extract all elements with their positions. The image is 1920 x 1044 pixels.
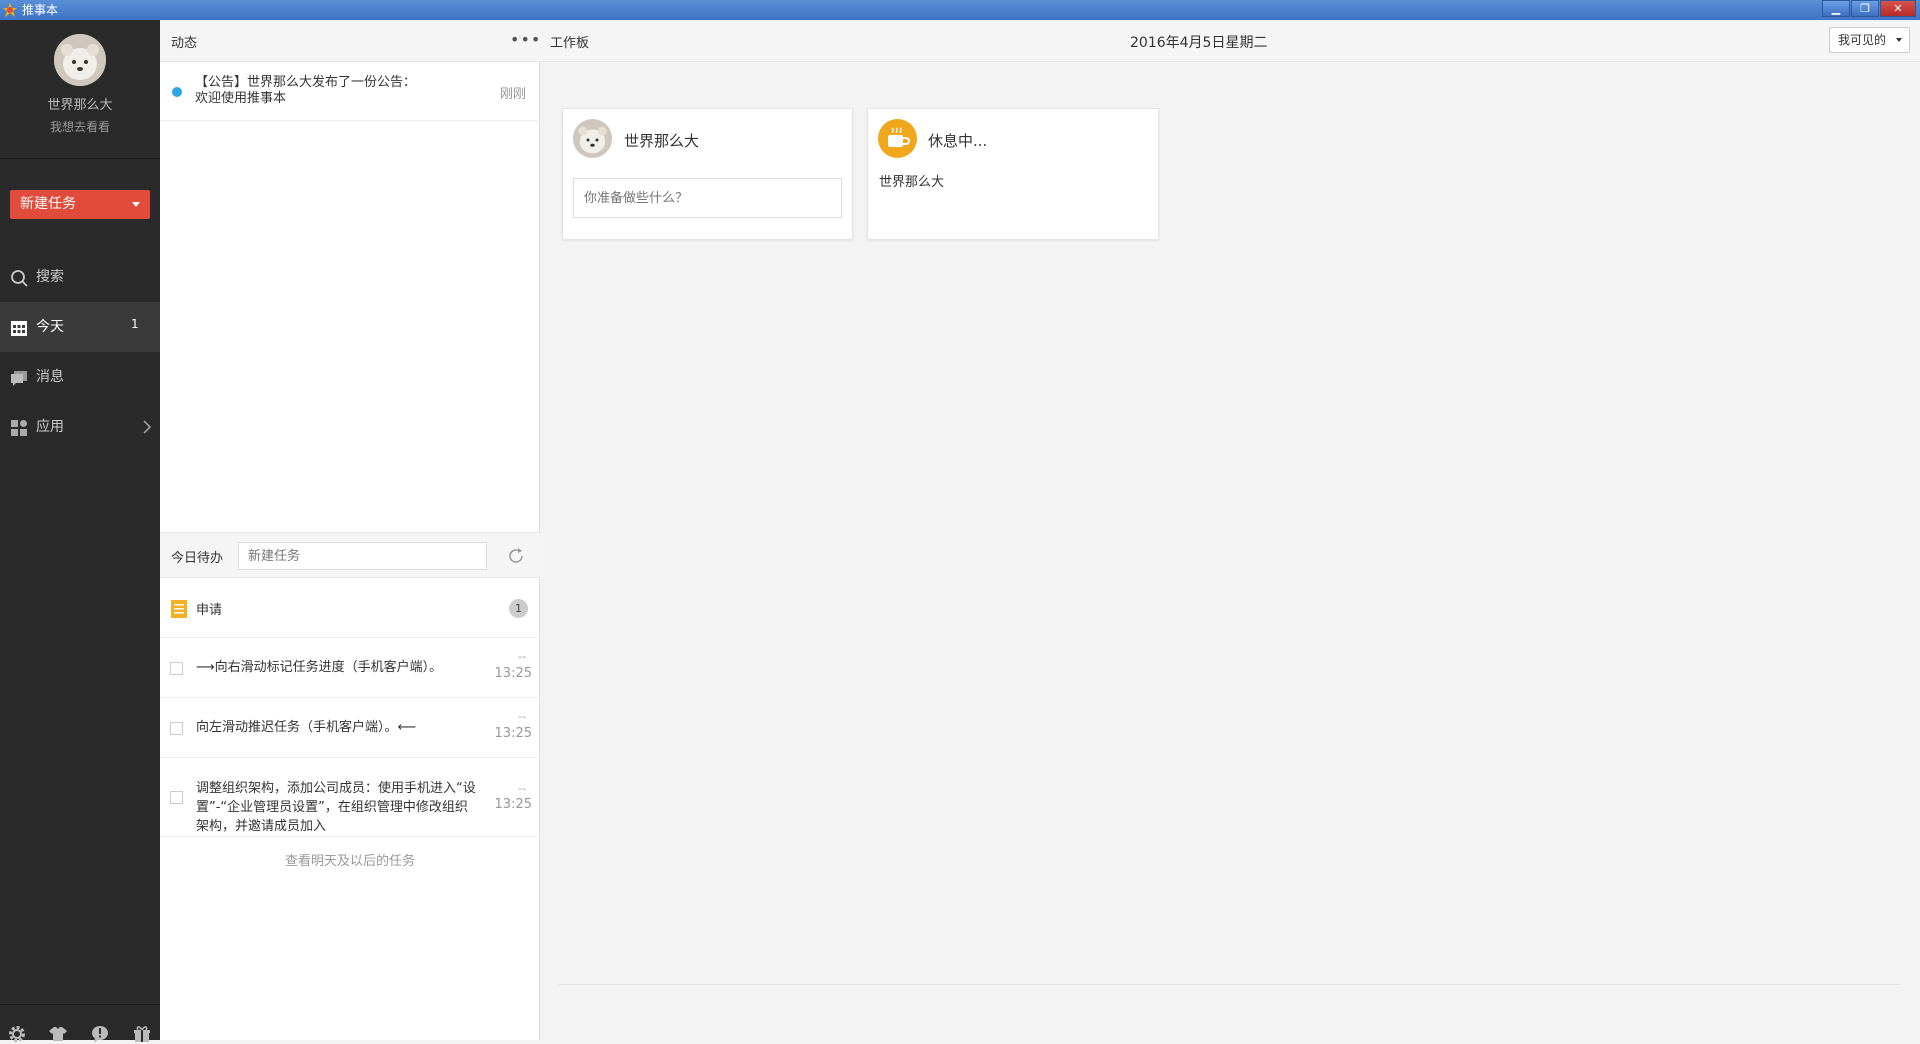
task-row[interactable]: 调整组织架构，添加公司成员：使用手机进入“设置”-“企业管理员设置”，在组织管理… [160, 758, 540, 837]
app-logo-icon [3, 3, 17, 17]
task-text: 向左滑动推迟任务（手机客户端）。⟵ [196, 720, 417, 735]
status-card: 世界那么大 [562, 108, 853, 240]
feedback-icon[interactable] [90, 1024, 110, 1044]
status-input[interactable] [573, 178, 842, 218]
sidebar: 世界那么大 我想去看看 新建任务 搜索 今天 1 消息 应用 [0, 20, 160, 1043]
task-time: 13:25 [494, 666, 532, 681]
message-icon [11, 371, 27, 386]
task-dash: -- [518, 782, 526, 795]
sidebar-item-search[interactable]: 搜索 [0, 252, 160, 302]
caret-down-icon [1896, 38, 1902, 42]
avatar-image [573, 119, 612, 158]
window-title: 推事本 [22, 3, 59, 17]
rest-status-title: 休息中... [928, 132, 988, 150]
unread-dot-icon [172, 87, 182, 97]
apply-row[interactable]: 申请 1 [160, 578, 540, 638]
task-row[interactable]: ⟶向右滑动标记任务进度（手机客户端）。 -- 13:25 [160, 638, 540, 698]
view-later-tasks-link[interactable]: 查看明天及以后的任务 [160, 850, 540, 869]
sidebar-item-messages[interactable]: 消息 [0, 352, 160, 402]
shirt-icon[interactable] [48, 1024, 68, 1044]
user-name: 世界那么大 [47, 98, 113, 113]
search-icon [11, 270, 28, 287]
apply-label: 申请 [196, 603, 223, 618]
card-user-name: 世界那么大 [624, 132, 700, 150]
new-task-input[interactable] [238, 542, 487, 570]
task-time: 13:25 [494, 726, 532, 741]
feed-title: 动态 [171, 36, 198, 51]
task-checkbox[interactable] [170, 791, 183, 804]
caret-down-icon[interactable] [132, 202, 140, 207]
user-signature: 我想去看看 [49, 120, 110, 134]
feed-item[interactable]: 【公告】世界那么大发布了一份公告：欢迎使用推事本 刚刚 [160, 62, 540, 121]
todo-title: 今日待办 [171, 551, 224, 566]
workboard-title: 工作板 [550, 36, 590, 51]
today-count-badge: 1 [131, 317, 139, 331]
calendar-icon [11, 321, 27, 336]
coffee-glyph [888, 127, 910, 147]
task-text: ⟶向右滑动标记任务进度（手机客户端）。 [196, 660, 443, 675]
apply-count-badge: 1 [509, 599, 528, 618]
chevron-right-icon [143, 420, 152, 434]
close-button[interactable]: ✕ [1880, 0, 1916, 17]
task-dash: -- [518, 650, 526, 663]
visibility-dropdown[interactable]: 我可见的 [1829, 27, 1910, 53]
current-date: 2016年4月5日星期二 [1130, 35, 1268, 51]
feed-item-text: 【公告】世界那么大发布了一份公告：欢迎使用推事本 [195, 75, 417, 106]
sidebar-item-label: 应用 [36, 419, 64, 435]
feed-panel: 动态 ••• 【公告】世界那么大发布了一份公告：欢迎使用推事本 刚刚 今日待办 … [160, 20, 540, 1040]
refresh-icon[interactable] [506, 546, 526, 566]
gift-icon[interactable] [132, 1024, 152, 1044]
task-text: 调整组织架构，添加公司成员：使用手机进入“设置”-“企业管理员设置”，在组织管理… [196, 781, 476, 834]
divider [0, 1004, 160, 1005]
title-bar: 推事本 ▁ ❐ ✕ [0, 0, 1920, 20]
document-icon [171, 600, 187, 618]
task-checkbox[interactable] [170, 662, 183, 675]
avatar-image [54, 34, 106, 86]
task-time: 13:25 [494, 797, 532, 812]
apps-icon [11, 420, 27, 436]
rest-status-user: 世界那么大 [879, 175, 945, 190]
restore-button[interactable]: ❐ [1851, 0, 1879, 17]
rest-status-card: 休息中... 世界那么大 [867, 108, 1159, 240]
task-checkbox[interactable] [170, 722, 183, 735]
sidebar-item-label: 搜索 [36, 269, 64, 285]
workboard-header: 工作板 2016年4月5日星期二 我可见的 [541, 20, 1920, 62]
task-row[interactable]: 向左滑动推迟任务（手机客户端）。⟵ -- 13:25 [160, 698, 540, 758]
more-options-icon[interactable]: ••• [510, 30, 541, 49]
feed-header: 动态 ••• [160, 20, 540, 62]
visibility-label: 我可见的 [1838, 33, 1887, 47]
avatar[interactable] [573, 119, 612, 158]
new-task-button[interactable]: 新建任务 [10, 190, 150, 219]
divider [0, 158, 160, 159]
avatar[interactable] [54, 34, 106, 86]
divider [559, 984, 1900, 985]
todo-header: 今日待办 [160, 532, 540, 578]
feed-item-time: 刚刚 [500, 87, 527, 102]
sidebar-item-label: 消息 [36, 369, 64, 385]
settings-icon[interactable] [7, 1024, 27, 1044]
coffee-icon [878, 119, 917, 158]
task-dash: -- [518, 710, 526, 723]
sidebar-item-apps[interactable]: 应用 [0, 402, 160, 452]
sidebar-item-label: 今天 [36, 319, 64, 335]
minimize-button[interactable]: ▁ [1822, 0, 1850, 17]
sidebar-item-today[interactable]: 今天 1 [0, 302, 160, 352]
new-task-label: 新建任务 [20, 196, 76, 212]
